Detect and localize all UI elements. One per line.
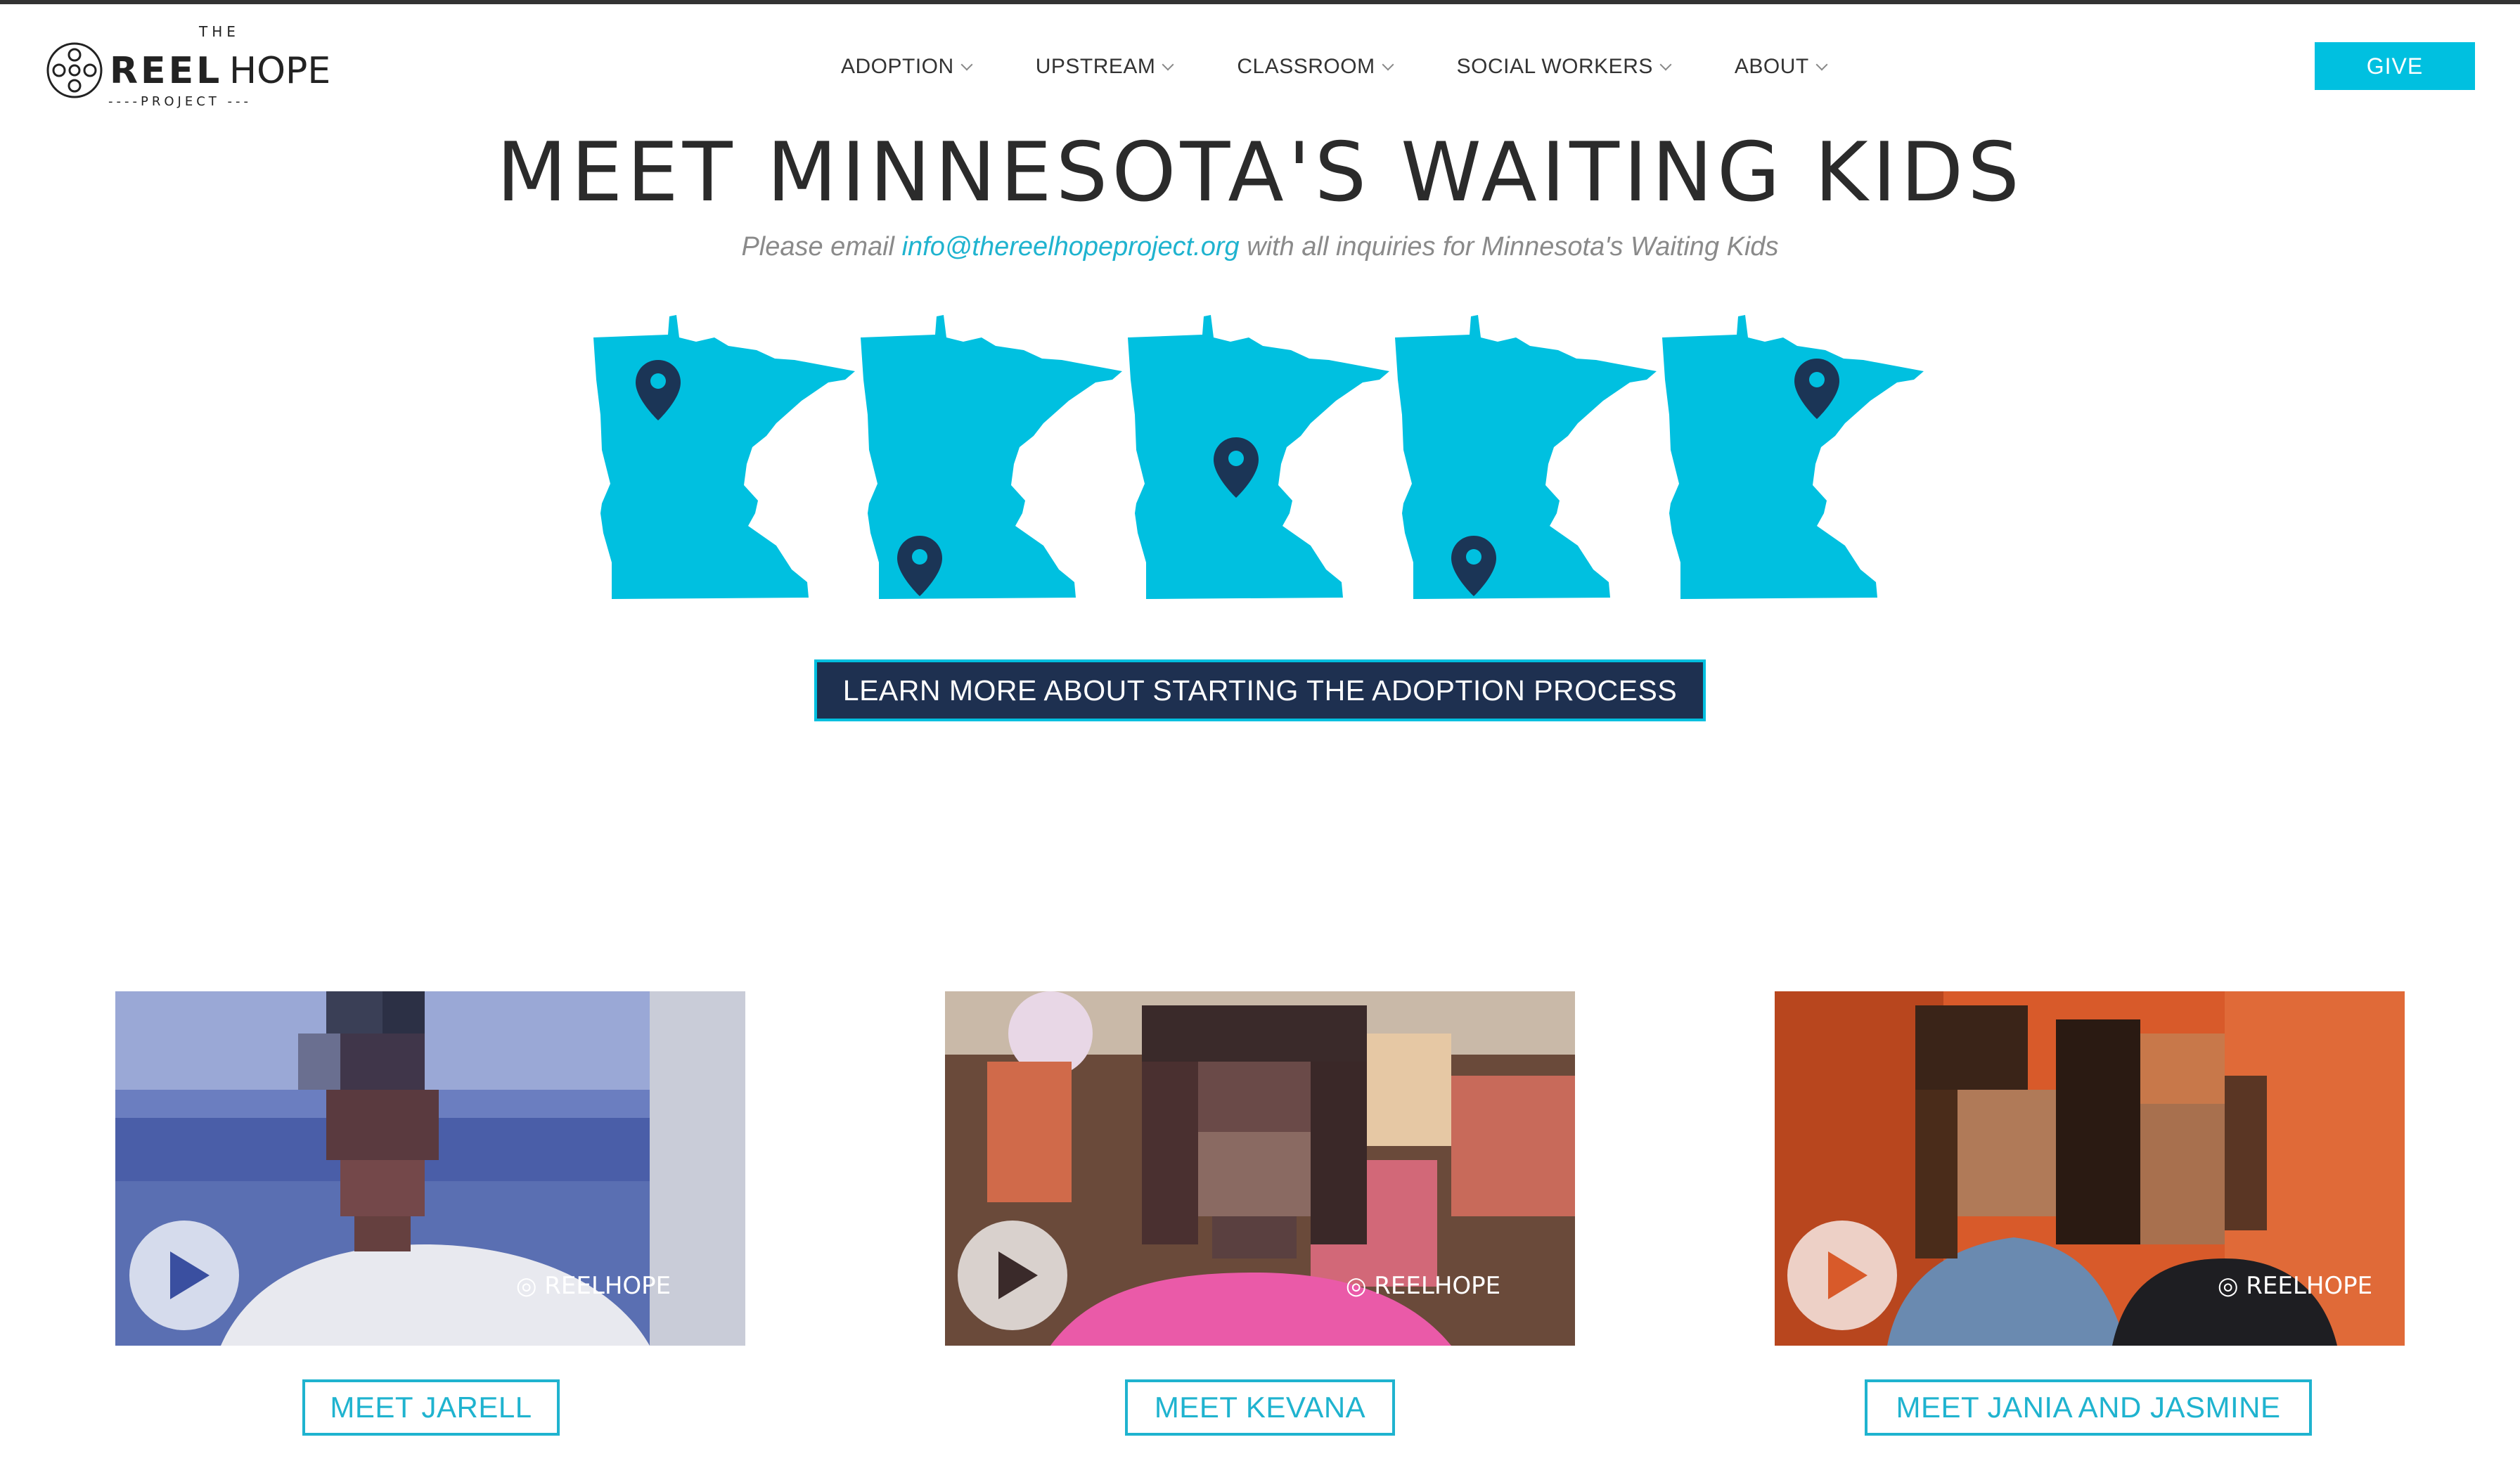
chevron-down-icon — [1659, 58, 1672, 71]
chevron-down-icon — [960, 58, 973, 71]
map-1 — [593, 315, 855, 599]
nav-item-label: SOCIAL WORKERS — [1456, 55, 1653, 78]
map-3 — [1128, 315, 1389, 599]
nav-item-about[interactable]: ABOUT — [1734, 55, 1828, 79]
chevron-down-icon — [1162, 58, 1174, 71]
nav-item-label: ADOPTION — [841, 55, 954, 78]
chevron-down-icon — [1815, 58, 1828, 71]
meet-jarell-button[interactable]: MEET JARELL — [302, 1379, 560, 1436]
page-subtitle: Please email info@thereelhopeproject.org… — [0, 232, 2520, 262]
nav-item-classroom[interactable]: CLASSROOM — [1237, 55, 1394, 79]
play-icon — [1787, 1221, 1897, 1330]
reel-hope-logo: THE REEL HOPE ----PROJECT --- — [46, 23, 330, 109]
svg-text:----PROJECT ---: ----PROJECT --- — [108, 94, 252, 109]
learn-more-adoption-button[interactable]: LEARN MORE ABOUT STARTING THE ADOPTION P… — [814, 659, 1706, 721]
svg-text:THE: THE — [198, 23, 240, 40]
chevron-down-icon — [1382, 58, 1394, 71]
watermark-logo: ◎ REELHOPE — [1346, 1272, 1500, 1300]
nav-item-label: CLASSROOM — [1237, 55, 1375, 78]
meet-kevana-button[interactable]: MEET KEVANA — [1125, 1379, 1395, 1436]
nav-item-upstream[interactable]: UPSTREAM — [1035, 55, 1174, 79]
video-thumbnail-jarell[interactable]: ◎ REELHOPE — [115, 991, 745, 1346]
svg-text:REEL: REEL — [110, 50, 222, 92]
watermark-logo: ◎ REELHOPE — [2218, 1272, 2372, 1300]
pixelated-face — [1142, 1005, 1367, 1258]
video-thumbnail-jania-jasmine[interactable]: ◎ REELHOPE — [1775, 991, 2405, 1346]
subtitle-text-after: with all inquiries for Minnesota's Waiti… — [1239, 232, 1779, 262]
play-icon — [958, 1221, 1067, 1330]
give-button[interactable]: GIVE — [2315, 42, 2475, 90]
play-icon — [129, 1221, 239, 1330]
meet-jania-jasmine-button[interactable]: MEET JANIA AND JASMINE — [1865, 1379, 2312, 1436]
watermark-logo: ◎ REELHOPE — [516, 1272, 671, 1300]
nav-item-adoption[interactable]: ADOPTION — [841, 55, 973, 79]
page-title: MEET MINNESOTA'S WAITING KIDS — [496, 125, 2024, 220]
nav-item-label: ABOUT — [1734, 55, 1809, 78]
top-border — [0, 0, 2520, 4]
nav-item-social-workers[interactable]: SOCIAL WORKERS — [1456, 55, 1672, 79]
minnesota-maps — [591, 309, 1941, 626]
map-5 — [1662, 315, 1924, 599]
nav-item-label: UPSTREAM — [1035, 55, 1156, 78]
email-link[interactable]: info@thereelhopeproject.org — [902, 232, 1240, 262]
video-thumbnail-kevana[interactable]: ◎ REELHOPE — [945, 991, 1575, 1346]
map-4 — [1395, 315, 1657, 599]
minnesota-maps-graphic — [593, 315, 1924, 599]
site-logo[interactable]: THE REEL HOPE ----PROJECT --- — [45, 21, 340, 112]
svg-text:HOPE: HOPE — [229, 50, 330, 92]
subtitle-text-before: Please email — [741, 232, 902, 262]
main-nav: ADOPTION UPSTREAM CLASSROOM SOCIAL WORKE… — [841, 49, 1828, 84]
